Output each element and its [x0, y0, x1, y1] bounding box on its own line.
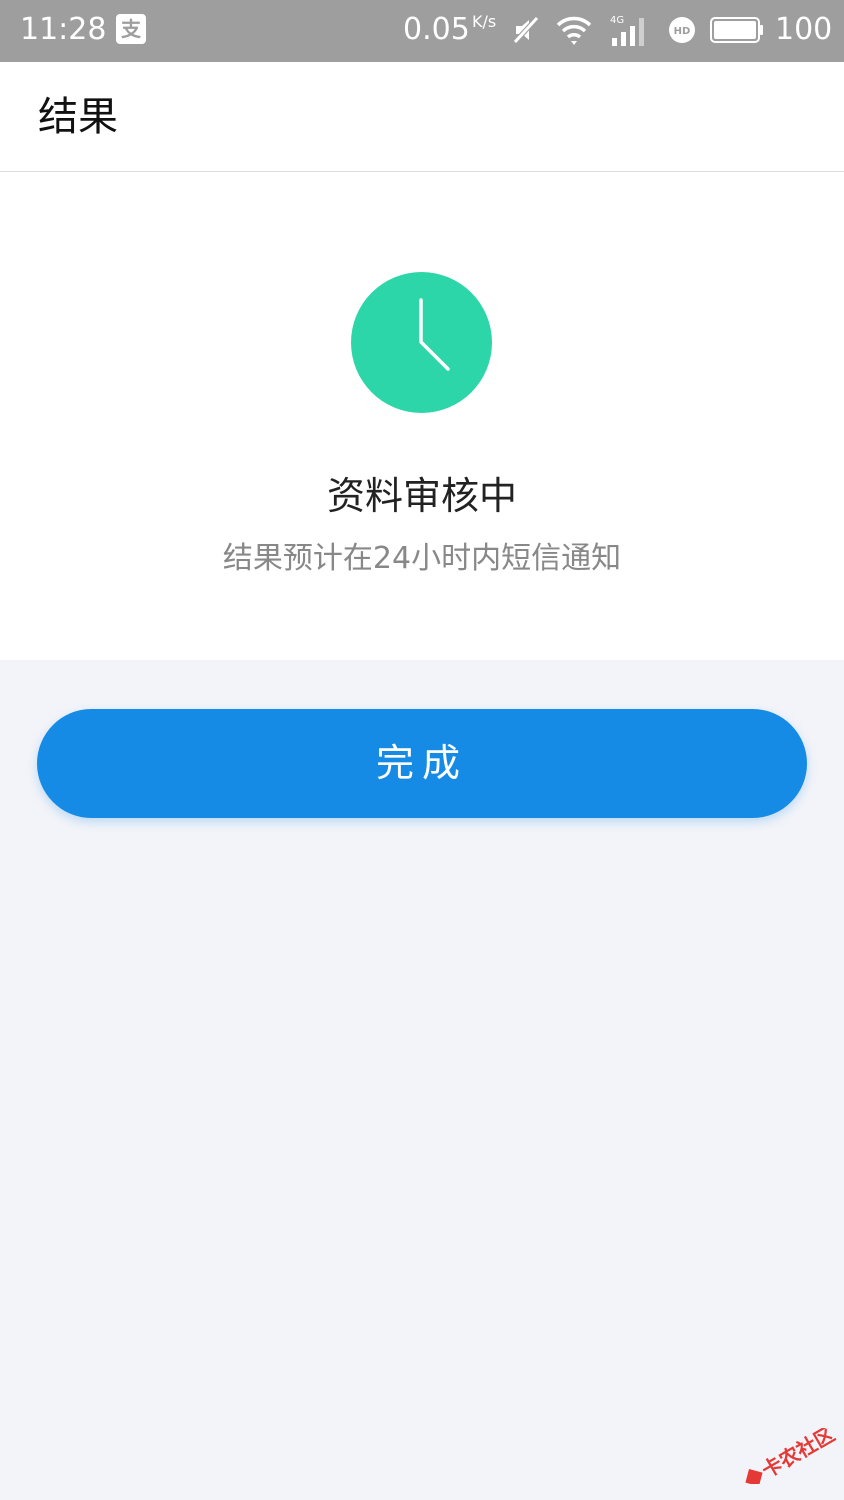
wifi-icon — [556, 16, 592, 45]
watermark-logo: 卡农社区 — [745, 1428, 839, 1484]
hd-call-icon: HD — [669, 17, 695, 43]
mute-icon — [513, 16, 539, 44]
alipay-icon: 支 — [116, 14, 146, 44]
result-card: 资料审核中 结果预计在24小时内短信通知 — [0, 172, 844, 660]
done-button[interactable]: 完成 — [37, 709, 807, 818]
app-header: 结果 — [0, 62, 844, 172]
result-title: 资料审核中 — [326, 474, 517, 518]
svg-text:HD: HD — [674, 26, 691, 37]
status-bar: 11:28 支 0.05 K/s 4G HD 100 — [0, 0, 844, 62]
signal-4g-icon: 4G — [610, 15, 644, 46]
network-speed-unit: K/s — [472, 12, 497, 31]
status-time: 11:28 — [20, 12, 107, 47]
network-speed: 0.05 — [403, 12, 470, 47]
battery-level: 100 — [775, 12, 833, 47]
clock-icon — [351, 272, 492, 413]
battery-icon — [710, 17, 763, 43]
svg-text:卡农社区: 卡农社区 — [758, 1428, 839, 1483]
result-description: 结果预计在24小时内短信通知 — [222, 541, 622, 576]
svg-text:4G: 4G — [610, 15, 624, 26]
page-title: 结果 — [38, 94, 118, 140]
